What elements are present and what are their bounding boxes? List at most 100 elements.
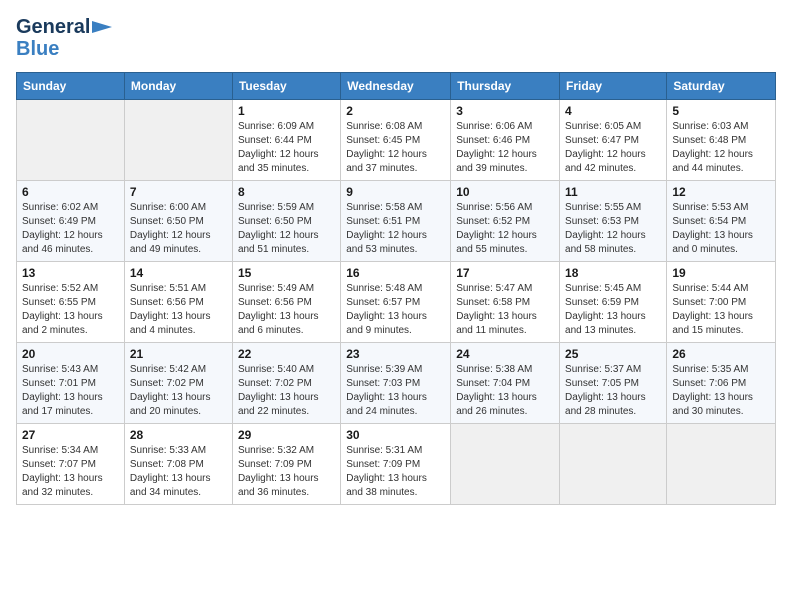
day-cell: 28 Sunrise: 5:33 AM Sunset: 7:08 PM Dayli… [124,424,232,505]
day-number: 21 [130,347,227,361]
day-cell: 29 Sunrise: 5:32 AM Sunset: 7:09 PM Dayli… [232,424,340,505]
logo: GeneralBlue [16,16,112,60]
day-cell [560,424,667,505]
day-info: Sunrise: 5:59 AM Sunset: 6:50 PM Dayligh… [238,201,335,257]
day-cell: 13 Sunrise: 5:52 AM Sunset: 6:55 PM Dayli… [17,262,125,343]
day-cell: 26 Sunrise: 5:35 AM Sunset: 7:06 PM Dayli… [667,343,776,424]
day-cell: 23 Sunrise: 5:39 AM Sunset: 7:03 PM Dayli… [341,343,451,424]
day-info: Sunrise: 6:02 AM Sunset: 6:49 PM Dayligh… [22,201,119,257]
day-number: 19 [672,266,770,280]
day-cell: 19 Sunrise: 5:44 AM Sunset: 7:00 PM Dayli… [667,262,776,343]
header-row: SundayMondayTuesdayWednesdayThursdayFrid… [17,73,776,100]
day-number: 29 [238,428,335,442]
page-header: GeneralBlue [16,16,776,60]
day-cell: 17 Sunrise: 5:47 AM Sunset: 6:58 PM Dayli… [451,262,560,343]
day-info: Sunrise: 5:42 AM Sunset: 7:02 PM Dayligh… [130,363,227,419]
day-cell: 21 Sunrise: 5:42 AM Sunset: 7:02 PM Dayli… [124,343,232,424]
day-info: Sunrise: 5:55 AM Sunset: 6:53 PM Dayligh… [565,201,661,257]
day-cell [124,100,232,181]
day-info: Sunrise: 5:33 AM Sunset: 7:08 PM Dayligh… [130,444,227,500]
day-number: 30 [346,428,445,442]
day-info: Sunrise: 6:05 AM Sunset: 6:47 PM Dayligh… [565,120,661,176]
day-info: Sunrise: 5:34 AM Sunset: 7:07 PM Dayligh… [22,444,119,500]
week-row-3: 13 Sunrise: 5:52 AM Sunset: 6:55 PM Dayli… [17,262,776,343]
day-info: Sunrise: 5:31 AM Sunset: 7:09 PM Dayligh… [346,444,445,500]
day-info: Sunrise: 5:45 AM Sunset: 6:59 PM Dayligh… [565,282,661,338]
col-header-monday: Monday [124,73,232,100]
day-cell: 10 Sunrise: 5:56 AM Sunset: 6:52 PM Dayli… [451,181,560,262]
day-cell: 20 Sunrise: 5:43 AM Sunset: 7:01 PM Dayli… [17,343,125,424]
day-number: 23 [346,347,445,361]
day-number: 26 [672,347,770,361]
col-header-tuesday: Tuesday [232,73,340,100]
day-cell: 9 Sunrise: 5:58 AM Sunset: 6:51 PM Daylig… [341,181,451,262]
day-info: Sunrise: 5:43 AM Sunset: 7:01 PM Dayligh… [22,363,119,419]
day-info: Sunrise: 5:37 AM Sunset: 7:05 PM Dayligh… [565,363,661,419]
day-number: 7 [130,185,227,199]
day-cell: 3 Sunrise: 6:06 AM Sunset: 6:46 PM Daylig… [451,100,560,181]
day-cell [17,100,125,181]
day-number: 2 [346,104,445,118]
day-number: 27 [22,428,119,442]
day-number: 8 [238,185,335,199]
calendar-table: SundayMondayTuesdayWednesdayThursdayFrid… [16,72,776,505]
col-header-saturday: Saturday [667,73,776,100]
day-number: 22 [238,347,335,361]
day-info: Sunrise: 5:35 AM Sunset: 7:06 PM Dayligh… [672,363,770,419]
day-number: 9 [346,185,445,199]
col-header-wednesday: Wednesday [341,73,451,100]
day-number: 25 [565,347,661,361]
day-number: 10 [456,185,554,199]
col-header-sunday: Sunday [17,73,125,100]
day-cell: 14 Sunrise: 5:51 AM Sunset: 6:56 PM Dayli… [124,262,232,343]
day-info: Sunrise: 6:06 AM Sunset: 6:46 PM Dayligh… [456,120,554,176]
day-info: Sunrise: 5:58 AM Sunset: 6:51 PM Dayligh… [346,201,445,257]
day-cell [667,424,776,505]
day-number: 11 [565,185,661,199]
day-cell: 6 Sunrise: 6:02 AM Sunset: 6:49 PM Daylig… [17,181,125,262]
day-cell: 24 Sunrise: 5:38 AM Sunset: 7:04 PM Dayli… [451,343,560,424]
day-number: 13 [22,266,119,280]
day-info: Sunrise: 5:52 AM Sunset: 6:55 PM Dayligh… [22,282,119,338]
day-info: Sunrise: 5:53 AM Sunset: 6:54 PM Dayligh… [672,201,770,257]
week-row-2: 6 Sunrise: 6:02 AM Sunset: 6:49 PM Daylig… [17,181,776,262]
col-header-thursday: Thursday [451,73,560,100]
day-cell: 1Sunrise: 6:09 AM Sunset: 6:44 PM Daylig… [232,100,340,181]
day-cell: 12Sunrise: 5:53 AM Sunset: 6:54 PM Dayli… [667,181,776,262]
day-number: 20 [22,347,119,361]
day-number: 24 [456,347,554,361]
day-cell: 15Sunrise: 5:49 AM Sunset: 6:56 PM Dayli… [232,262,340,343]
week-row-4: 20 Sunrise: 5:43 AM Sunset: 7:01 PM Dayli… [17,343,776,424]
day-number: 18 [565,266,661,280]
day-info: Sunrise: 6:03 AM Sunset: 6:48 PM Dayligh… [672,120,770,176]
day-cell: 27 Sunrise: 5:34 AM Sunset: 7:07 PM Dayli… [17,424,125,505]
day-number: 3 [456,104,554,118]
day-number: 14 [130,266,227,280]
day-info: Sunrise: 5:56 AM Sunset: 6:52 PM Dayligh… [456,201,554,257]
day-info: Sunrise: 5:40 AM Sunset: 7:02 PM Dayligh… [238,363,335,419]
day-cell: 25 Sunrise: 5:37 AM Sunset: 7:05 PM Dayli… [560,343,667,424]
day-cell: 7Sunrise: 6:00 AM Sunset: 6:50 PM Daylig… [124,181,232,262]
day-info: Sunrise: 5:47 AM Sunset: 6:58 PM Dayligh… [456,282,554,338]
day-number: 6 [22,185,119,199]
day-cell: 18 Sunrise: 5:45 AM Sunset: 6:59 PM Dayli… [560,262,667,343]
day-number: 1 [238,104,335,118]
day-number: 4 [565,104,661,118]
day-number: 16 [346,266,445,280]
day-info: Sunrise: 5:51 AM Sunset: 6:56 PM Dayligh… [130,282,227,338]
day-info: Sunrise: 5:39 AM Sunset: 7:03 PM Dayligh… [346,363,445,419]
day-number: 28 [130,428,227,442]
day-info: Sunrise: 5:32 AM Sunset: 7:09 PM Dayligh… [238,444,335,500]
day-info: Sunrise: 5:38 AM Sunset: 7:04 PM Dayligh… [456,363,554,419]
day-info: Sunrise: 5:44 AM Sunset: 7:00 PM Dayligh… [672,282,770,338]
week-row-5: 27 Sunrise: 5:34 AM Sunset: 7:07 PM Dayli… [17,424,776,505]
day-cell [451,424,560,505]
day-cell: 4 Sunrise: 6:05 AM Sunset: 6:47 PM Daylig… [560,100,667,181]
day-cell: 11 Sunrise: 5:55 AM Sunset: 6:53 PM Dayli… [560,181,667,262]
day-cell: 5 Sunrise: 6:03 AM Sunset: 6:48 PM Daylig… [667,100,776,181]
day-number: 17 [456,266,554,280]
day-cell: 2Sunrise: 6:08 AM Sunset: 6:45 PM Daylig… [341,100,451,181]
day-cell: 22 Sunrise: 5:40 AM Sunset: 7:02 PM Dayli… [232,343,340,424]
day-number: 5 [672,104,770,118]
day-cell: 8 Sunrise: 5:59 AM Sunset: 6:50 PM Daylig… [232,181,340,262]
